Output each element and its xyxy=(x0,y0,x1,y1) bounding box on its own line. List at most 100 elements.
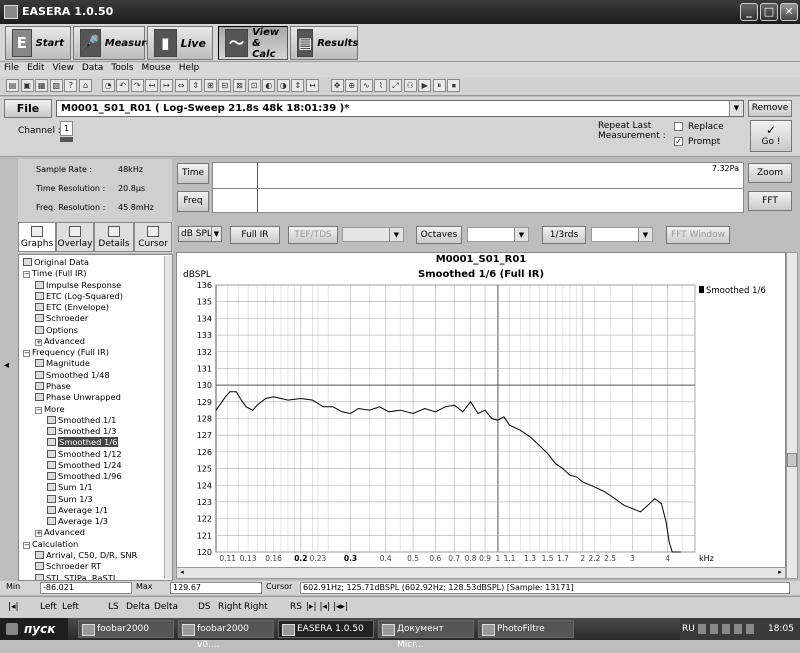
go-button[interactable]: ✓ Go ! xyxy=(750,120,792,152)
toolbar-icon[interactable]: ↦ xyxy=(160,79,173,92)
frequency-chart[interactable]: M0001_S01_R01 Smoothed 1/6 (Full IR) dBS… xyxy=(177,253,785,568)
menu-help[interactable]: Help xyxy=(175,62,204,74)
tree-item[interactable]: + Advanced xyxy=(35,527,85,538)
scroll-right-icon[interactable]: ▸ xyxy=(775,568,785,578)
toolbar-icon[interactable]: ⊕ xyxy=(345,79,359,92)
tab-graphs[interactable]: Graphs xyxy=(18,222,56,252)
toolbar-icon[interactable]: ⊠ xyxy=(233,79,246,92)
task-document[interactable]: Документ Micr... xyxy=(378,620,474,650)
fft-window-button[interactable]: FFT Window xyxy=(666,226,730,244)
start-mode-button[interactable]: E Start xyxy=(5,26,71,60)
tree-item[interactable]: Phase xyxy=(35,381,71,392)
tree-item[interactable]: ETC (Log-Squared) xyxy=(35,291,123,302)
tree-item[interactable]: Sum 1/3 xyxy=(47,494,93,505)
remove-button[interactable]: Remove xyxy=(748,100,792,117)
tree-item[interactable]: − Time (Full IR) xyxy=(23,268,86,279)
tree-item[interactable]: Smoothed 1/1 xyxy=(47,415,116,426)
time-button[interactable]: Time xyxy=(177,163,209,184)
tree-item[interactable]: Average 1/3 xyxy=(47,516,108,527)
tree-item[interactable]: Schroeder RT xyxy=(35,561,101,572)
toolbar-icon[interactable]: ⊟ xyxy=(218,79,232,92)
chart-horizontal-scrollbar[interactable]: ◂ ▸ xyxy=(176,567,786,579)
thirds-select[interactable]: ▼ xyxy=(591,227,653,242)
measure-mode-button[interactable]: 🎤 Measure xyxy=(73,26,153,60)
tree-item[interactable]: Sum 1/1 xyxy=(47,482,93,493)
language-indicator[interactable]: RU xyxy=(682,618,695,640)
freq-button[interactable]: Freq xyxy=(177,191,209,212)
tree-item[interactable]: Smoothed 1/3 xyxy=(47,426,116,437)
menu-edit[interactable]: Edit xyxy=(23,62,48,74)
replace-checkbox[interactable] xyxy=(674,122,683,131)
toolbar-icon[interactable]: ⊞ xyxy=(203,79,217,92)
tree-item[interactable]: − Frequency (Full IR) xyxy=(23,347,109,358)
right-label-1[interactable]: Right xyxy=(218,602,242,612)
file-button[interactable]: File xyxy=(4,99,52,118)
left-cursor-icon[interactable]: |◂| xyxy=(8,602,28,612)
toolbar-icon[interactable]: ▧ xyxy=(49,79,63,92)
vscroll-thumb[interactable] xyxy=(787,453,797,467)
task-foobar-2[interactable]: foobar2000 v0.... xyxy=(178,620,274,650)
zoom-button[interactable]: Zoom xyxy=(748,163,792,183)
toolbar-icon[interactable]: ⊡ xyxy=(247,79,261,92)
tree-item[interactable]: Average 1/1 xyxy=(47,505,108,516)
task-photofiltre[interactable]: PhotoFiltre xyxy=(478,620,574,638)
menu-view[interactable]: View xyxy=(49,62,78,74)
tree-item[interactable]: Impulse Response xyxy=(35,280,121,291)
chart-area[interactable]: M0001_S01_R01 Smoothed 1/6 (Full IR) dBS… xyxy=(176,252,786,579)
results-mode-button[interactable]: ▤ Results xyxy=(290,26,358,60)
chart-vertical-scrollbar[interactable] xyxy=(786,252,798,579)
maximize-button[interactable]: □ xyxy=(760,3,778,21)
toolbar-icon[interactable]: ✥ xyxy=(330,79,344,92)
tree-item[interactable]: − More xyxy=(35,404,65,415)
collapse-arrow-icon[interactable]: ◂ xyxy=(4,360,14,374)
toolbar-icon[interactable]: ↤ xyxy=(145,79,159,92)
close-button[interactable]: ✕ xyxy=(780,3,798,21)
rs-label[interactable]: RS xyxy=(290,602,302,612)
unit-select[interactable]: dB SPL ▼ xyxy=(178,226,222,242)
tef-tds-button[interactable]: TEF/TDS xyxy=(288,226,338,244)
menu-data[interactable]: Data xyxy=(78,62,108,74)
octaves-button[interactable]: Octaves xyxy=(416,226,462,244)
tree-item[interactable]: Arrival, C50, D/R, SNR xyxy=(35,550,137,561)
toolbar-icon[interactable]: ▤ xyxy=(6,79,19,92)
toolbar-icon[interactable]: ⌇ xyxy=(374,79,388,92)
toolbar-icon[interactable]: ↔ xyxy=(306,79,319,92)
tree-item[interactable]: Magnitude xyxy=(35,358,90,369)
tree-item[interactable]: − Calculation xyxy=(23,539,78,550)
ls-label[interactable]: LS xyxy=(108,602,119,612)
octaves-select[interactable]: ▼ xyxy=(467,227,529,242)
tree-item[interactable]: STI, STIPa, RaSTI xyxy=(35,573,115,580)
tree-item[interactable]: Original Data xyxy=(23,257,89,268)
file-selector[interactable]: M0001_S01_R01 ( Log-Sweep 21.8s 48k 18:0… xyxy=(56,100,744,117)
toolbar-icon[interactable]: ◔ xyxy=(101,79,115,92)
toolbar-icon[interactable]: ⏹ xyxy=(447,79,461,92)
tab-details[interactable]: Details xyxy=(94,222,134,252)
chevron-down-icon[interactable]: ▼ xyxy=(638,228,652,241)
scroll-left-icon[interactable]: ◂ xyxy=(177,568,187,578)
menu-file[interactable]: File xyxy=(0,62,23,74)
delta-label-1[interactable]: Delta xyxy=(126,602,150,612)
tree-item[interactable]: + Advanced xyxy=(35,336,85,347)
tree-item[interactable]: Options xyxy=(35,325,78,336)
full-ir-button[interactable]: Full IR xyxy=(230,226,280,244)
toolbar-icon[interactable]: ? xyxy=(64,79,78,92)
fft-button[interactable]: FFT xyxy=(748,191,792,211)
toolbar-icon[interactable]: ◑ xyxy=(276,79,290,92)
task-foobar-1[interactable]: foobar2000 xyxy=(78,620,174,638)
toolbar-icon[interactable]: ↕ xyxy=(291,79,305,92)
tab-cursor[interactable]: Cursor xyxy=(134,222,172,252)
tree-item[interactable]: ETC (Envelope) xyxy=(35,302,109,313)
toolbar-icon[interactable]: ⚇ xyxy=(403,79,417,92)
ds-label[interactable]: DS xyxy=(198,602,211,612)
tab-overlay[interactable]: Overlay xyxy=(56,222,94,252)
toolbar-icon[interactable]: ⤢ xyxy=(389,79,402,92)
thirds-button[interactable]: 1/3rds xyxy=(542,226,586,244)
toolbar-icon[interactable]: ∿ xyxy=(359,79,373,92)
tree-item[interactable]: Smoothed 1/96 xyxy=(47,471,122,482)
tray-icons[interactable] xyxy=(698,624,758,634)
channel-number[interactable]: 1 xyxy=(60,121,73,136)
tef-select[interactable]: ▼ xyxy=(342,227,404,242)
chevron-down-icon[interactable]: ▼ xyxy=(211,227,221,241)
overview-waveform[interactable]: 7.32Pa xyxy=(212,162,744,213)
chevron-down-icon[interactable]: ▼ xyxy=(514,228,528,241)
